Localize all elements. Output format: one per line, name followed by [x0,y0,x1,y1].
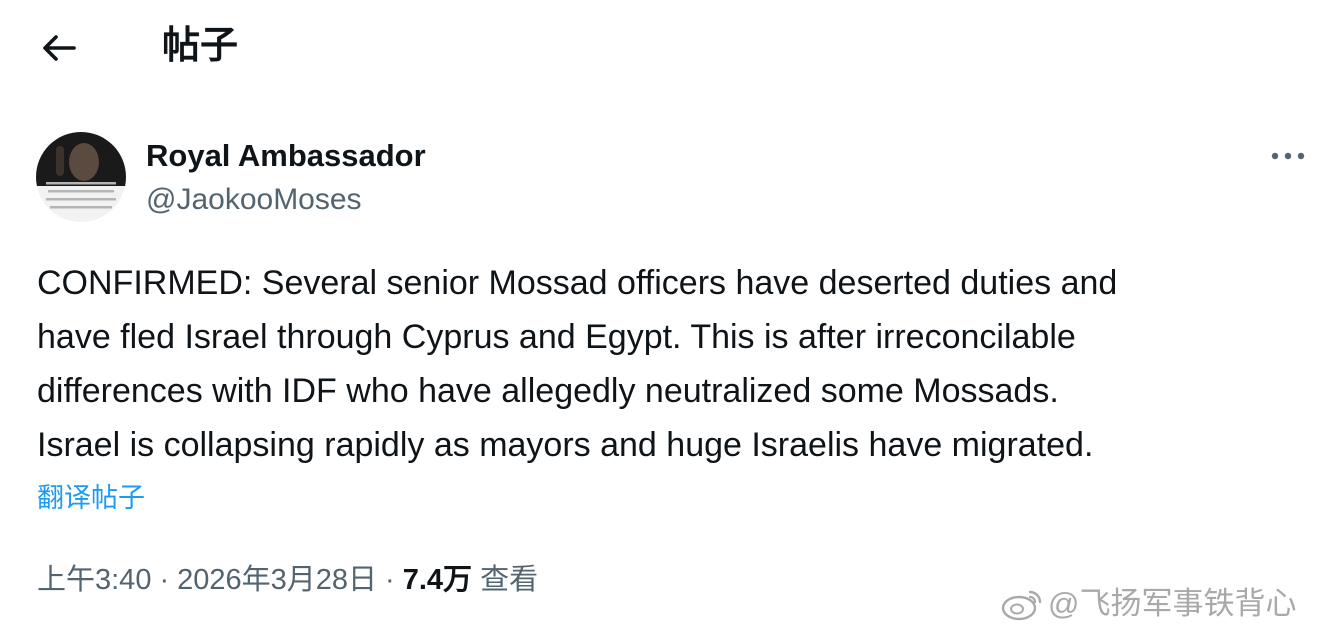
arrow-left-icon [43,35,76,61]
views-count: 7.4万 [402,564,473,596]
author-name[interactable]: Royal Ambassador [146,136,426,176]
post-date[interactable]: 2026年3月28日 [177,564,377,596]
page-title: 帖子 [162,25,239,67]
top-bar: 帖子 [0,0,1338,100]
more-horizontal-icon [1271,152,1305,160]
weibo-logo-icon [1001,590,1042,621]
author-handle[interactable]: @JaokooMoses [146,180,362,220]
more-options-button[interactable] [1266,138,1310,174]
post-text: CONFIRMED: Several senior Mossad officer… [37,256,1317,472]
meta-separator: · [159,564,170,596]
post-meta: 上午3:40 · 2026年3月28日 · 7.4万 查看 [37,558,538,602]
back-button[interactable] [36,24,84,72]
post-time[interactable]: 上午3:40 [37,564,151,596]
translate-post-link[interactable]: 翻译帖子 [37,478,145,518]
post-text-line: CONFIRMED: Several senior Mossad officer… [37,264,1118,302]
meta-separator: · [385,564,395,596]
avatar-image [36,132,126,222]
post-text-line: differences with IDF who have allegedly … [37,372,1059,410]
avatar[interactable] [36,132,126,222]
views-label: 查看 [480,564,539,596]
watermark-text: @飞扬军事铁背心 [1048,586,1297,621]
post-text-line: Israel is collapsing rapidly as mayors a… [37,426,1094,464]
watermark: @飞扬军事铁背心 [1000,582,1330,626]
post-text-line: have fled Israel through Cyprus and Egyp… [37,318,1076,356]
